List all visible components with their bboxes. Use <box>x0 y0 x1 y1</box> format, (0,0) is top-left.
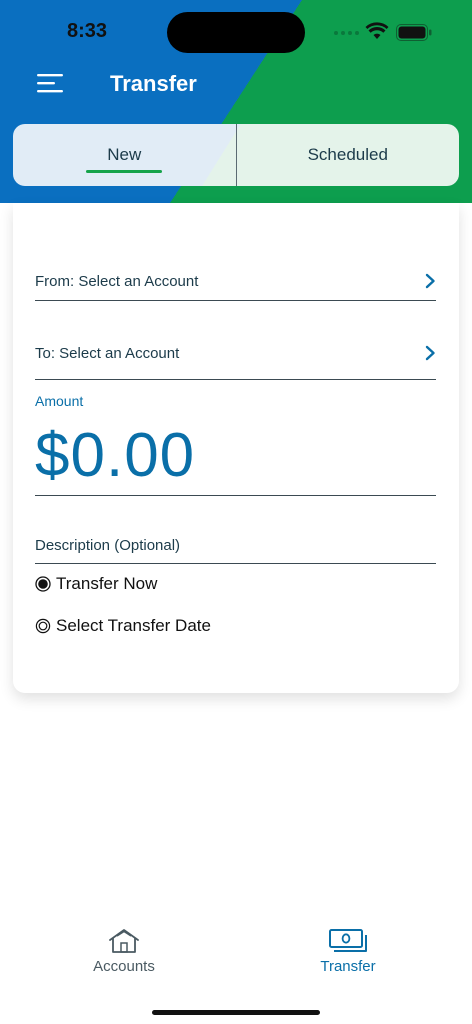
to-account-label: To: Select an Account <box>35 345 180 362</box>
amount-input[interactable]: $0.00 <box>35 419 436 496</box>
home-icon <box>109 929 139 953</box>
nav-transfer-label: Transfer <box>320 958 376 975</box>
to-account-selector[interactable]: To: Select an Account <box>35 345 436 380</box>
nav-accounts-label: Accounts <box>93 958 155 975</box>
transfer-tabs: New Scheduled <box>13 124 459 186</box>
radio-unselected-icon <box>35 618 51 634</box>
tab-new[interactable]: New <box>13 124 236 186</box>
radio-selected-icon <box>35 576 51 592</box>
page-title: Transfer <box>110 71 197 96</box>
amount-label: Amount <box>35 393 84 409</box>
description-field[interactable]: Description (Optional) <box>35 537 436 564</box>
money-transfer-icon <box>329 929 367 952</box>
status-time: 8:33 <box>67 20 108 42</box>
dynamic-island <box>167 12 305 53</box>
tab-new-label: New <box>107 144 142 164</box>
radio-transfer-now[interactable]: Transfer Now <box>35 574 157 594</box>
chevron-right-icon <box>425 273 435 289</box>
cellular-signal-icon <box>334 31 359 35</box>
radio-select-transfer-date-label: Select Transfer Date <box>56 616 211 635</box>
tab-scheduled-label: Scheduled <box>307 145 388 164</box>
chevron-right-icon <box>425 345 435 361</box>
from-account-label: From: Select an Account <box>35 273 199 290</box>
radio-transfer-now-label: Transfer Now <box>56 574 158 593</box>
from-account-selector[interactable]: From: Select an Account <box>35 273 436 301</box>
radio-select-transfer-date[interactable]: Select Transfer Date <box>35 616 211 636</box>
hamburger-menu-icon[interactable] <box>37 73 63 93</box>
home-indicator <box>152 1010 320 1015</box>
wifi-icon <box>365 22 389 39</box>
transfer-form-card: From: Select an Account To: Select an Ac… <box>13 203 459 693</box>
tab-scheduled[interactable]: Scheduled <box>237 124 460 186</box>
nav-accounts[interactable]: Accounts <box>64 928 184 975</box>
battery-icon <box>396 24 432 41</box>
nav-transfer[interactable]: Transfer <box>288 928 408 975</box>
active-tab-underline <box>86 170 162 173</box>
